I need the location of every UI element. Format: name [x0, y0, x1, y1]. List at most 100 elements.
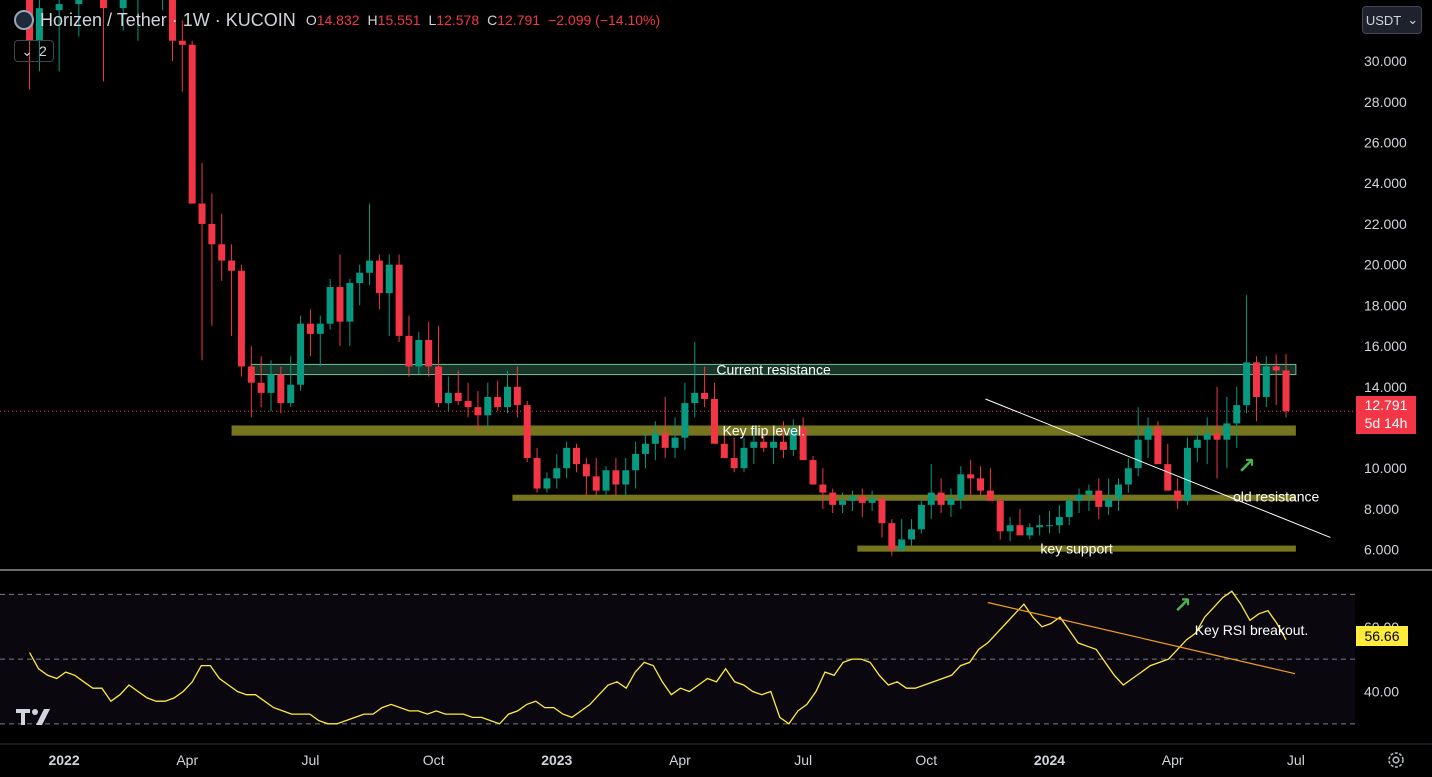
zone-label: Current resistance — [716, 361, 831, 377]
candle-body — [819, 484, 827, 493]
candle-body — [937, 492, 945, 505]
candle-body — [1193, 439, 1201, 448]
rsi-annotation: Key RSI breakout. — [1195, 622, 1309, 638]
tradingview-logo-icon[interactable] — [16, 706, 58, 726]
candle-body — [651, 433, 659, 444]
candle-body — [947, 498, 955, 505]
candle-body — [474, 407, 482, 416]
candle-body — [523, 405, 531, 459]
candle-body — [287, 384, 295, 404]
symbol-title[interactable]: Horizen / Tether · 1W · KUCOIN — [40, 10, 296, 31]
time-tick-label: Apr — [176, 752, 198, 768]
chevron-down-icon: ⌄ — [1407, 12, 1419, 27]
candle-body — [641, 443, 649, 454]
candle-body — [996, 500, 1004, 532]
collapse-indicators-button[interactable]: ⌄ 2 — [14, 40, 54, 62]
candle-body — [99, 0, 107, 9]
candle-body — [1154, 427, 1162, 465]
candle-body — [385, 264, 393, 294]
candle-body — [898, 539, 906, 550]
candle-body — [1105, 498, 1113, 507]
candle-body — [750, 441, 758, 448]
currency-selector[interactable]: USDT ⌄ — [1362, 6, 1422, 34]
candle-body — [622, 470, 630, 485]
price-tick-label: 14.000 — [1364, 379, 1407, 395]
candle-body — [75, 0, 83, 5]
candle-body — [710, 399, 718, 444]
candle-body — [336, 287, 344, 322]
chart-annotation: old resistance — [1233, 489, 1320, 505]
candle-body — [1114, 484, 1122, 499]
candle-body — [553, 468, 561, 479]
candle-body — [908, 529, 916, 540]
green-arrow-icon: ↗ — [1173, 592, 1191, 617]
candle-body — [395, 264, 403, 336]
candle-body — [592, 476, 600, 491]
candle-body — [740, 447, 748, 469]
candle-body — [720, 443, 728, 459]
time-tick-label: 2024 — [1034, 752, 1065, 768]
time-tick-label: Jul — [1287, 752, 1305, 768]
candle-body — [1203, 433, 1211, 440]
rsi-value-tag: 56.66 — [1356, 626, 1408, 646]
time-tick-label: Jul — [301, 752, 319, 768]
price-tick-label: 16.000 — [1364, 338, 1407, 354]
price-tick-label: 26.000 — [1364, 135, 1407, 151]
price-tick-label: 24.000 — [1364, 175, 1407, 191]
candle-body — [1085, 490, 1093, 495]
chart-canvas[interactable]: 6.0008.00010.00012.00014.00016.00018.000… — [0, 0, 1432, 777]
candle-body — [582, 464, 590, 477]
candle-body — [1006, 525, 1014, 532]
price-trendline — [985, 398, 1331, 538]
candle-body — [346, 282, 354, 322]
candle-body — [178, 40, 186, 45]
chevron-down-icon: ⌄ — [21, 42, 33, 59]
symbol-legend: Horizen / Tether · 1W · KUCOIN O 14.832 H… — [14, 8, 668, 32]
candle-body — [1223, 423, 1231, 440]
horizen-coin-icon — [14, 10, 34, 30]
candle-body — [405, 335, 413, 367]
candle-body — [701, 392, 709, 399]
candle-body — [1065, 500, 1073, 518]
candle-body — [513, 386, 521, 406]
change-value: −2.099 (−14.10%) — [548, 12, 661, 28]
settings-gear-icon[interactable] — [1386, 750, 1406, 770]
candle-body — [1026, 527, 1034, 536]
candle-body — [1124, 468, 1132, 485]
candle-body — [494, 396, 502, 408]
candle-body — [848, 496, 856, 501]
candle-body — [878, 498, 886, 524]
candle-body — [770, 441, 778, 448]
candle-body — [661, 433, 669, 448]
candle-body — [454, 392, 462, 402]
candle-body — [316, 323, 324, 334]
candle-body — [533, 458, 541, 489]
candle-body — [198, 203, 206, 224]
candle-body — [306, 323, 314, 334]
candle-body — [1243, 362, 1251, 406]
price-tick-label: 22.000 — [1364, 216, 1407, 232]
candle-body — [326, 287, 334, 324]
low-value: 12.578 — [436, 12, 480, 28]
candle-body — [257, 382, 265, 393]
candle-body — [218, 244, 226, 261]
candle-body — [1252, 362, 1260, 397]
candle-body — [425, 339, 433, 367]
candle-body — [612, 470, 620, 485]
candle-body — [119, 0, 127, 9]
zone-label: key support — [1040, 541, 1112, 557]
candle-body — [927, 492, 935, 505]
candle-body — [208, 223, 216, 245]
price-tick-label: 10.000 — [1364, 460, 1407, 476]
indicator-count: 2 — [38, 43, 47, 59]
time-tick-label: Oct — [423, 752, 445, 768]
candle-body — [1233, 405, 1241, 424]
candle-body — [602, 470, 610, 491]
price-tick-label: 20.000 — [1364, 257, 1407, 273]
candle-body — [1046, 525, 1054, 527]
candle-body — [228, 260, 236, 271]
price-tick-label: 6.000 — [1364, 542, 1399, 558]
candle-body — [543, 478, 551, 489]
timeframe: 1W — [182, 9, 210, 30]
time-tick-label: 2023 — [541, 752, 572, 768]
